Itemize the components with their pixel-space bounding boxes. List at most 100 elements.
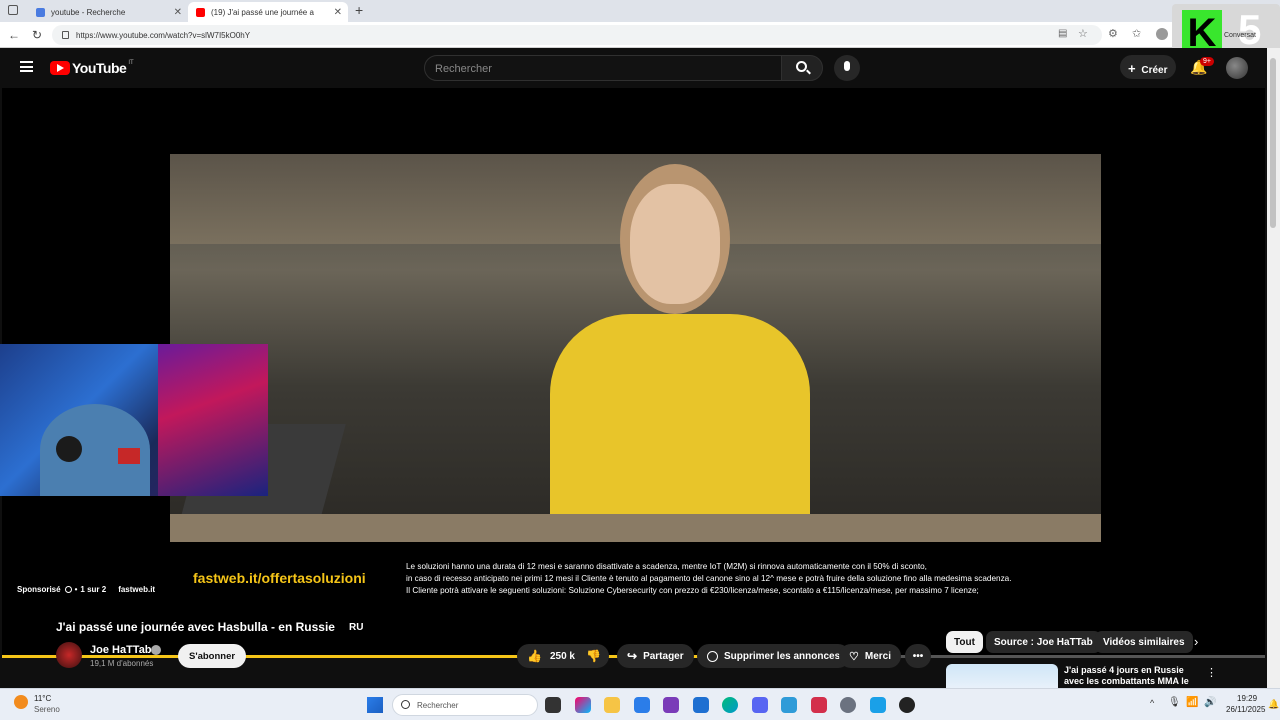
thumbs-down-icon[interactable]: 👎 — [586, 649, 601, 663]
recommendation-title[interactable]: J'ai passé 4 jours en Russie avec les co… — [1064, 665, 1204, 688]
ad-headline-url[interactable]: fastweb.it/offertasoluzioni — [193, 570, 366, 586]
youtube-icon — [196, 7, 205, 17]
info-icon[interactable] — [64, 586, 72, 593]
back-icon[interactable]: ← — [8, 28, 20, 42]
settings-icon[interactable] — [840, 697, 856, 713]
tab-actions-icon[interactable] — [8, 5, 18, 15]
chevron-right-icon[interactable]: › — [1194, 634, 1198, 649]
subscribe-label: S'abonner — [189, 651, 236, 662]
ad-video-frame[interactable] — [170, 154, 1101, 542]
app-icon[interactable] — [781, 697, 797, 713]
youtube-play-icon — [50, 61, 70, 75]
edge-icon[interactable] — [722, 697, 738, 713]
lock-icon — [62, 31, 69, 39]
recommendation-title-line: avec les combattants MMA le — [1064, 676, 1189, 686]
title-flag: RU — [349, 622, 364, 633]
more-icon: ••• — [912, 650, 924, 662]
search-placeholder: Rechercher — [435, 63, 492, 75]
wifi-icon[interactable]: 📶 — [1186, 697, 1198, 708]
ad-disclaimer: Le soluzioni hanno una durata di 12 mesi… — [406, 561, 1106, 597]
microphone-icon[interactable]: 🎙 — [1168, 697, 1181, 708]
page-scrollbar[interactable] — [1267, 48, 1280, 688]
scrollbar-thumb[interactable] — [1270, 58, 1276, 228]
chip-similar[interactable]: Vidéos similaires — [1095, 631, 1193, 653]
create-label: Créer — [1141, 65, 1168, 76]
share-icon: ↪ — [627, 649, 638, 663]
menu-icon[interactable] — [20, 61, 33, 72]
youtube-logo[interactable]: YouTube IT — [50, 60, 134, 76]
woman-figure — [550, 164, 810, 542]
youtube-page: YouTube IT Rechercher + Créer 🔔 9+ fastw… — [0, 48, 1267, 688]
close-tab-icon[interactable]: ✕ — [174, 7, 182, 18]
app-icon[interactable] — [899, 697, 915, 713]
file-explorer-icon[interactable] — [604, 697, 620, 713]
reader-icon[interactable]: ▤ — [1058, 28, 1067, 39]
clock-time[interactable]: 19:29 — [1237, 694, 1257, 703]
help-icon[interactable] — [870, 697, 886, 713]
profile-icon[interactable] — [1156, 28, 1168, 40]
search-icon — [36, 7, 45, 17]
new-tab-button[interactable]: + — [355, 2, 363, 18]
volume-icon[interactable]: 🔊 — [1204, 697, 1216, 708]
browser-tab-bar: youtube - Recherche ✕ (19) J'ai passé un… — [0, 0, 1280, 22]
share-button[interactable]: ↪ Partager — [617, 644, 694, 668]
copilot-icon[interactable] — [575, 697, 591, 713]
app-icon[interactable] — [811, 697, 827, 713]
chip-all[interactable]: Tout — [946, 631, 983, 653]
notifications-button[interactable]: 🔔 9+ — [1190, 57, 1214, 77]
tab-youtube-video[interactable]: (19) J'ai passé une journée a ✕ — [188, 2, 348, 22]
clock-date[interactable]: 26/11/2025 — [1226, 705, 1265, 714]
tab-youtube-search[interactable]: youtube - Recherche ✕ — [28, 2, 188, 22]
collections-icon[interactable]: ✩ — [1132, 27, 1141, 40]
taskbar-search[interactable]: Rechercher — [392, 694, 538, 716]
weather-icon[interactable] — [14, 695, 28, 709]
chevron-up-icon[interactable]: ^ — [1150, 698, 1154, 708]
outlook-icon[interactable] — [693, 697, 709, 713]
discord-icon[interactable] — [752, 697, 768, 713]
notifications-icon[interactable]: 🔔 — [1268, 699, 1279, 710]
headset — [56, 436, 82, 462]
taskbar: 11°C Sereno Rechercher ^ 🎙 📶 🔊 19:29 26/… — [0, 688, 1280, 720]
favorite-icon[interactable]: ☆ — [1078, 27, 1088, 40]
search-button[interactable] — [781, 55, 823, 81]
url-text: https://www.youtube.com/watch?v=slW7I5kO… — [76, 31, 251, 40]
channel-name[interactable]: Joe HaTTab — [90, 644, 152, 656]
logo-text: YouTube — [72, 60, 127, 76]
overlay-label: Conversat — [1224, 32, 1256, 39]
remove-ads-label: Supprimer les annonces — [724, 650, 841, 662]
ad-badge: Sponsorisé • 1 sur 2 fastweb.it — [17, 585, 155, 594]
chip-source[interactable]: Source : Joe HaTTab — [986, 631, 1101, 653]
app-icon[interactable] — [663, 697, 679, 713]
thanks-label: Merci — [864, 650, 891, 662]
voice-search-button[interactable] — [834, 55, 860, 81]
start-icon[interactable] — [367, 697, 383, 713]
no-ads-icon — [707, 650, 718, 662]
poster — [158, 344, 268, 496]
create-button[interactable]: + Créer — [1120, 55, 1176, 79]
store-icon[interactable] — [634, 697, 650, 713]
thanks-button[interactable]: ♡ Merci — [839, 644, 901, 668]
plus-icon: + — [1128, 61, 1136, 76]
remove-ads-button[interactable]: Supprimer les annonces — [697, 644, 851, 668]
notifications-badge: 9+ — [1200, 57, 1214, 66]
task-view-icon[interactable] — [545, 697, 561, 713]
sponsored-label: Sponsorisé — [17, 585, 61, 594]
channel-avatar[interactable] — [56, 642, 82, 668]
recommendation-thumbnail[interactable] — [946, 664, 1058, 688]
streamer-webcam — [0, 344, 268, 496]
subscribe-button[interactable]: S'abonner — [178, 644, 247, 668]
close-tab-icon[interactable]: ✕ — [334, 7, 342, 18]
thumbs-up-icon: 👍 — [527, 649, 542, 663]
extensions-icon[interactable]: ⚙ — [1108, 27, 1118, 40]
weather-temp[interactable]: 11°C — [34, 694, 51, 703]
recommendation-menu-icon[interactable]: ⋮ — [1206, 666, 1217, 679]
advertiser-name[interactable]: fastweb.it — [118, 585, 155, 594]
avatar[interactable] — [1226, 57, 1248, 79]
chip-label: Vidéos similaires — [1103, 636, 1185, 648]
url-field[interactable]: https://www.youtube.com/watch?v=slW7I5kO… — [52, 25, 1102, 45]
microphone-icon — [844, 61, 850, 71]
bullet: • — [74, 585, 78, 594]
more-actions-button[interactable]: ••• — [905, 644, 931, 668]
search-input[interactable]: Rechercher — [424, 55, 782, 81]
refresh-icon[interactable]: ↻ — [32, 28, 42, 42]
